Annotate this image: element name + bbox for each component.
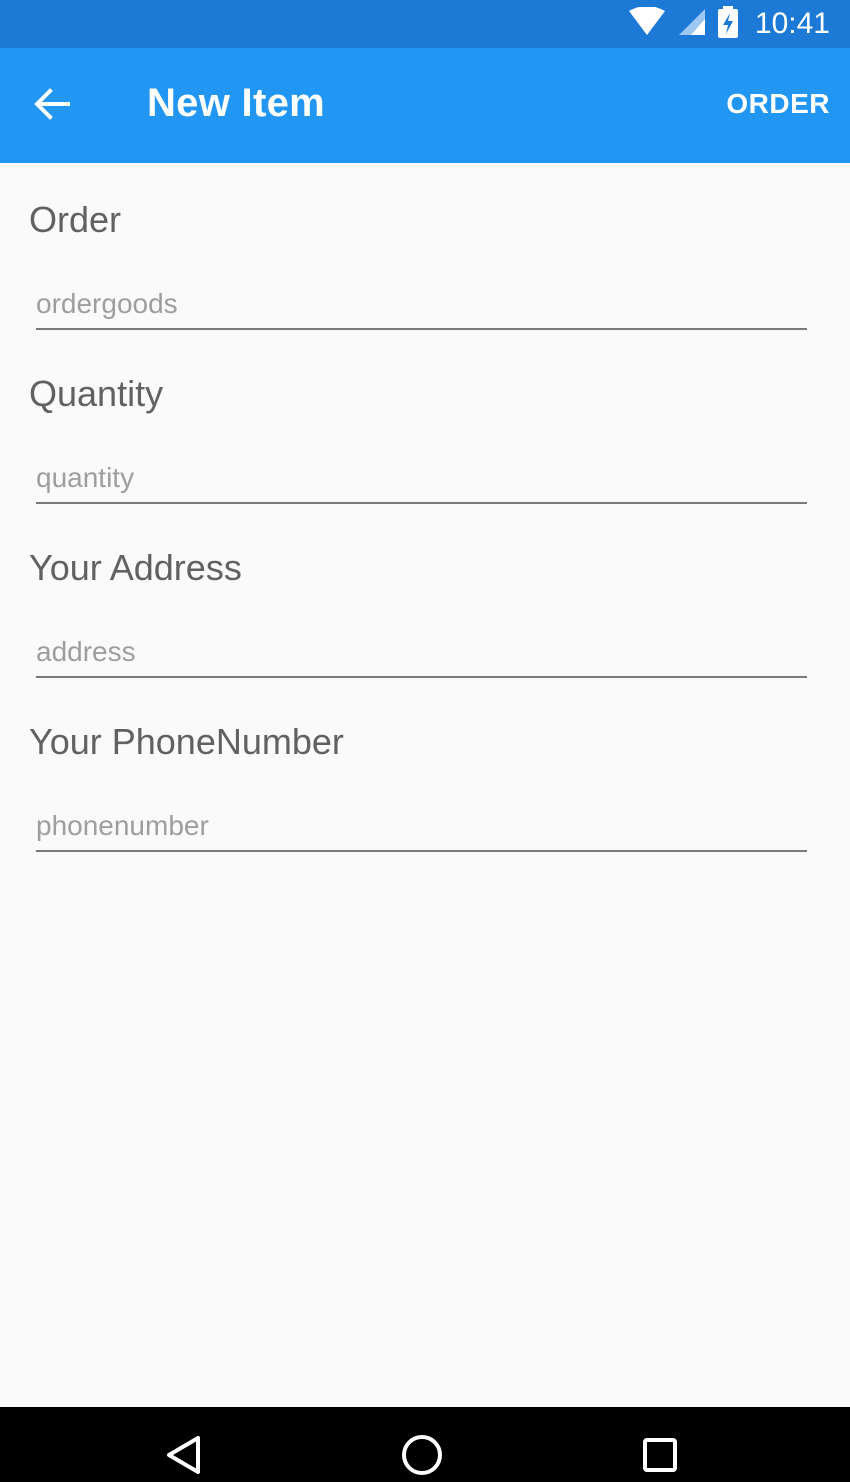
back-button[interactable] (22, 76, 82, 136)
recents-square-icon (640, 1435, 680, 1480)
phone-input[interactable] (36, 802, 807, 852)
battery-charging-icon (717, 5, 739, 43)
page-title: New Item (147, 81, 326, 125)
home-circle-icon (400, 1433, 444, 1482)
nav-recents-button[interactable] (638, 1435, 682, 1479)
arrow-left-icon (32, 84, 72, 129)
status-icons: 10:41 (627, 0, 830, 48)
quantity-input[interactable] (36, 454, 807, 504)
status-time: 10:41 (754, 7, 830, 40)
order-button[interactable]: ORDER (726, 88, 830, 120)
cellular-signal-icon (677, 7, 707, 42)
order-input[interactable] (36, 280, 807, 330)
nav-back-button[interactable] (162, 1435, 206, 1479)
quantity-label: Quantity (29, 373, 164, 414)
back-triangle-icon (164, 1435, 204, 1480)
system-nav-bar (0, 1407, 850, 1482)
app-bar: New Item ORDER (0, 48, 850, 163)
wifi-icon (627, 5, 667, 42)
status-bar: 10:41 (0, 0, 850, 48)
address-label: Your Address (29, 547, 242, 588)
address-input[interactable] (36, 628, 807, 678)
order-label: Order (29, 199, 122, 240)
phone-label: Your PhoneNumber (29, 721, 344, 762)
nav-home-button[interactable] (400, 1433, 444, 1482)
